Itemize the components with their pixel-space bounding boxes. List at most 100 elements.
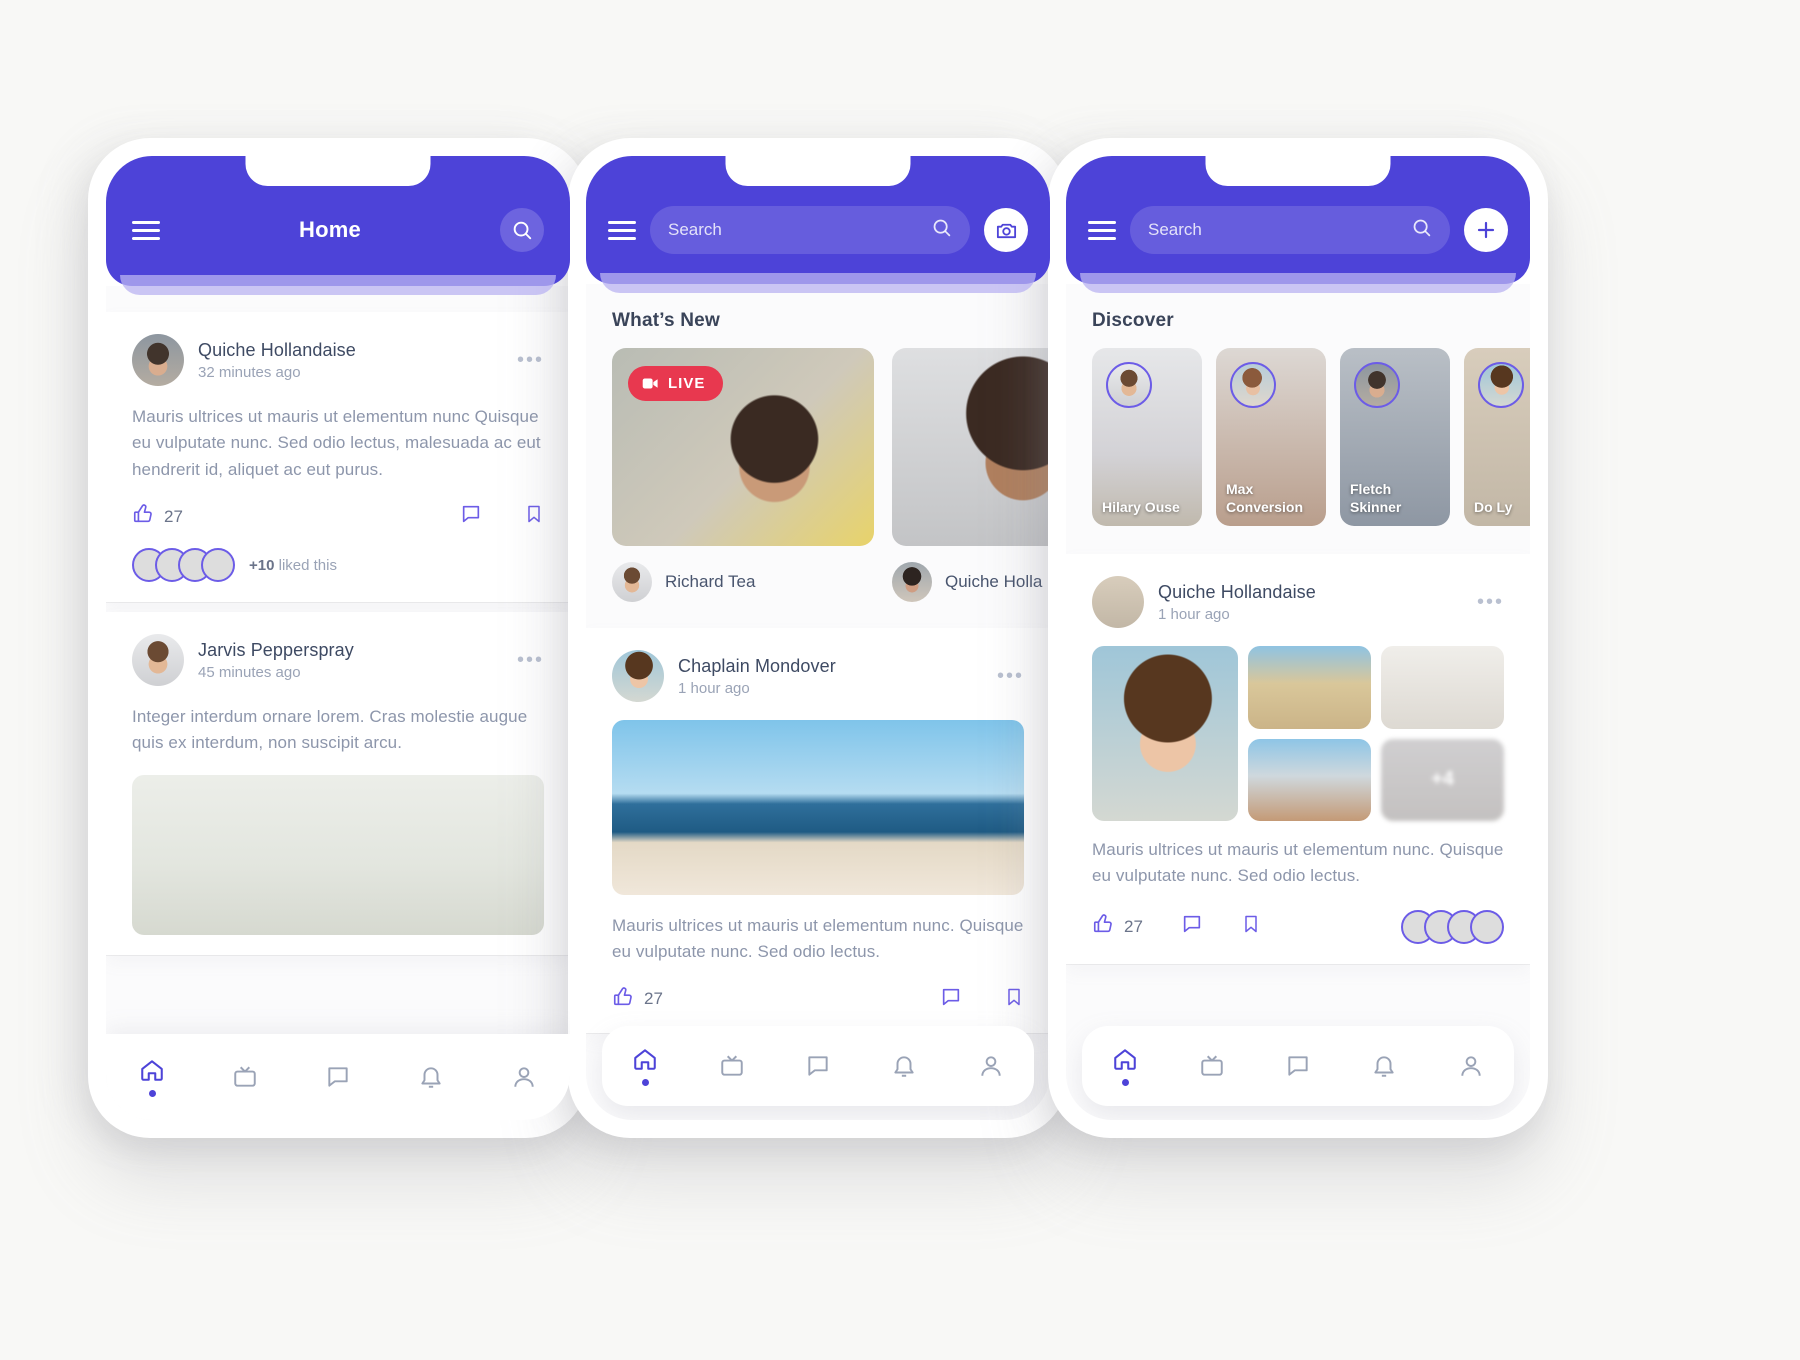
comment-icon[interactable] <box>940 986 962 1013</box>
post-time: 1 hour ago <box>678 679 750 697</box>
section-title-whats-new: What’s New <box>612 310 720 331</box>
bookmark-icon[interactable] <box>524 503 544 530</box>
nav-chat[interactable] <box>805 1053 831 1079</box>
thumbs-up-icon[interactable] <box>612 986 634 1013</box>
avatar <box>1106 362 1152 408</box>
discover-person-card[interactable]: Max Conversion <box>1216 348 1326 526</box>
avatar <box>1478 362 1524 408</box>
search-input[interactable]: Search <box>1130 206 1450 254</box>
post-image[interactable] <box>612 720 1024 895</box>
nav-chat[interactable] <box>1285 1053 1311 1079</box>
thumbs-up-icon[interactable] <box>1092 913 1114 940</box>
liker-avatars[interactable] <box>132 548 235 583</box>
nav-profile[interactable] <box>978 1053 1004 1079</box>
plus-icon[interactable] <box>1464 208 1508 252</box>
gallery-image[interactable] <box>1092 646 1238 821</box>
active-indicator <box>641 1079 649 1086</box>
search-input[interactable]: Search <box>650 206 970 254</box>
whats-new-author: Richard Tea <box>665 572 756 591</box>
discover-person-name: Fletch Skinner <box>1350 481 1402 515</box>
home-header: Home <box>106 156 570 295</box>
discover-feed[interactable]: Discover Hilary Ouse Max Conversion Flet… <box>1066 284 1530 1120</box>
section-title-discover: Discover <box>1092 310 1174 331</box>
whats-new-carousel[interactable]: LIVE Richard Tea Quiche Holla <box>586 348 1050 624</box>
hamburger-icon[interactable] <box>608 216 636 245</box>
more-options-icon[interactable]: ••• <box>517 649 544 672</box>
live-label: LIVE <box>668 375 706 392</box>
phone-home-screen: Home Quiche Hollandaise 32 minutes ago •… <box>106 156 570 1120</box>
nav-bell[interactable] <box>891 1053 917 1079</box>
search-icon[interactable] <box>500 208 544 252</box>
comment-icon[interactable] <box>460 503 482 530</box>
avatar <box>201 548 235 583</box>
search-feed[interactable]: What’s New LIVE Richard Tea Quiche Holla… <box>586 284 1050 1120</box>
phone-search: Search What’s New LIVE Richard Tea Quich… <box>568 138 1068 1138</box>
bottom-nav[interactable] <box>602 1026 1034 1106</box>
search-icon[interactable] <box>931 217 952 243</box>
camera-icon[interactable] <box>984 208 1028 252</box>
live-badge: LIVE <box>628 366 724 401</box>
bookmark-icon[interactable] <box>1004 986 1024 1013</box>
post-time: 32 minutes ago <box>198 363 301 381</box>
discover-person-card[interactable]: Hilary Ouse <box>1092 348 1202 526</box>
active-indicator <box>148 1090 156 1097</box>
whats-new-item[interactable]: LIVE Richard Tea <box>612 348 874 602</box>
liked-suffix: liked this <box>278 556 337 574</box>
bookmark-icon[interactable] <box>1241 913 1261 940</box>
whats-new-item[interactable]: Quiche Holla <box>892 348 1050 602</box>
gallery-image[interactable] <box>1248 738 1371 821</box>
post-image[interactable] <box>132 774 544 935</box>
post-author: Jarvis Pepperspray <box>198 639 354 660</box>
discover-person-card[interactable]: Fletch Skinner <box>1340 348 1450 526</box>
home-feed[interactable]: Quiche Hollandaise 32 minutes ago ••• Ma… <box>106 286 570 1120</box>
nav-bell[interactable] <box>1371 1053 1397 1079</box>
bottom-nav[interactable] <box>1082 1026 1514 1106</box>
discover-person-card[interactable]: Do Ly <box>1464 348 1530 526</box>
avatar <box>612 650 664 702</box>
gallery-image[interactable] <box>1381 646 1504 729</box>
nav-tv[interactable] <box>1199 1053 1225 1079</box>
avatar <box>612 562 652 602</box>
nav-bell[interactable] <box>418 1064 444 1090</box>
nav-profile[interactable] <box>511 1064 537 1090</box>
nav-home[interactable] <box>1112 1046 1138 1086</box>
gallery-image-more[interactable]: +4 <box>1381 738 1504 821</box>
bottom-nav[interactable] <box>106 1034 570 1120</box>
thumbs-up-icon[interactable] <box>132 503 154 530</box>
hamburger-icon[interactable] <box>1088 216 1116 245</box>
hamburger-icon[interactable] <box>132 216 160 245</box>
search-placeholder: Search <box>668 220 722 239</box>
post-text: Mauris ultrices ut mauris ut elementum n… <box>612 916 1024 962</box>
avatar <box>892 562 932 602</box>
more-options-icon[interactable]: ••• <box>1477 591 1504 614</box>
post-author: Quiche Hollandaise <box>1158 581 1316 602</box>
nav-home[interactable] <box>139 1057 165 1097</box>
notch <box>245 156 431 186</box>
nav-tv[interactable] <box>719 1053 745 1079</box>
nav-home[interactable] <box>632 1046 658 1086</box>
search-placeholder: Search <box>1148 220 1202 239</box>
nav-tv[interactable] <box>232 1064 258 1090</box>
post-gallery[interactable]: +4 <box>1092 646 1504 821</box>
nav-profile[interactable] <box>1458 1053 1484 1079</box>
nav-chat[interactable] <box>325 1064 351 1090</box>
video-camera-icon <box>642 378 658 389</box>
liker-avatars[interactable] <box>1401 909 1504 944</box>
discover-person-name: Hilary Ouse <box>1102 498 1180 515</box>
search-icon[interactable] <box>1411 217 1432 243</box>
phone-search-screen: Search What’s New LIVE Richard Tea Quich… <box>586 156 1050 1120</box>
more-options-icon[interactable]: ••• <box>997 665 1024 688</box>
more-options-icon[interactable]: ••• <box>517 349 544 372</box>
gallery-image[interactable] <box>1248 646 1371 729</box>
comment-icon[interactable] <box>1181 913 1203 940</box>
post-time: 45 minutes ago <box>198 663 301 681</box>
avatar <box>1470 909 1504 944</box>
discover-header: Search <box>1066 156 1530 293</box>
phone-discover-screen: Search Discover Hilary Ouse Max Conversi… <box>1066 156 1530 1120</box>
whats-new-author: Quiche Holla <box>945 572 1043 591</box>
post-card: Jarvis Pepperspray 45 minutes ago ••• In… <box>106 612 570 955</box>
discover-carousel[interactable]: Hilary Ouse Max Conversion Fletch Skinne… <box>1066 348 1530 548</box>
like-count: 27 <box>164 506 183 526</box>
notch <box>1205 156 1391 186</box>
liked-count: +10 <box>249 556 275 574</box>
